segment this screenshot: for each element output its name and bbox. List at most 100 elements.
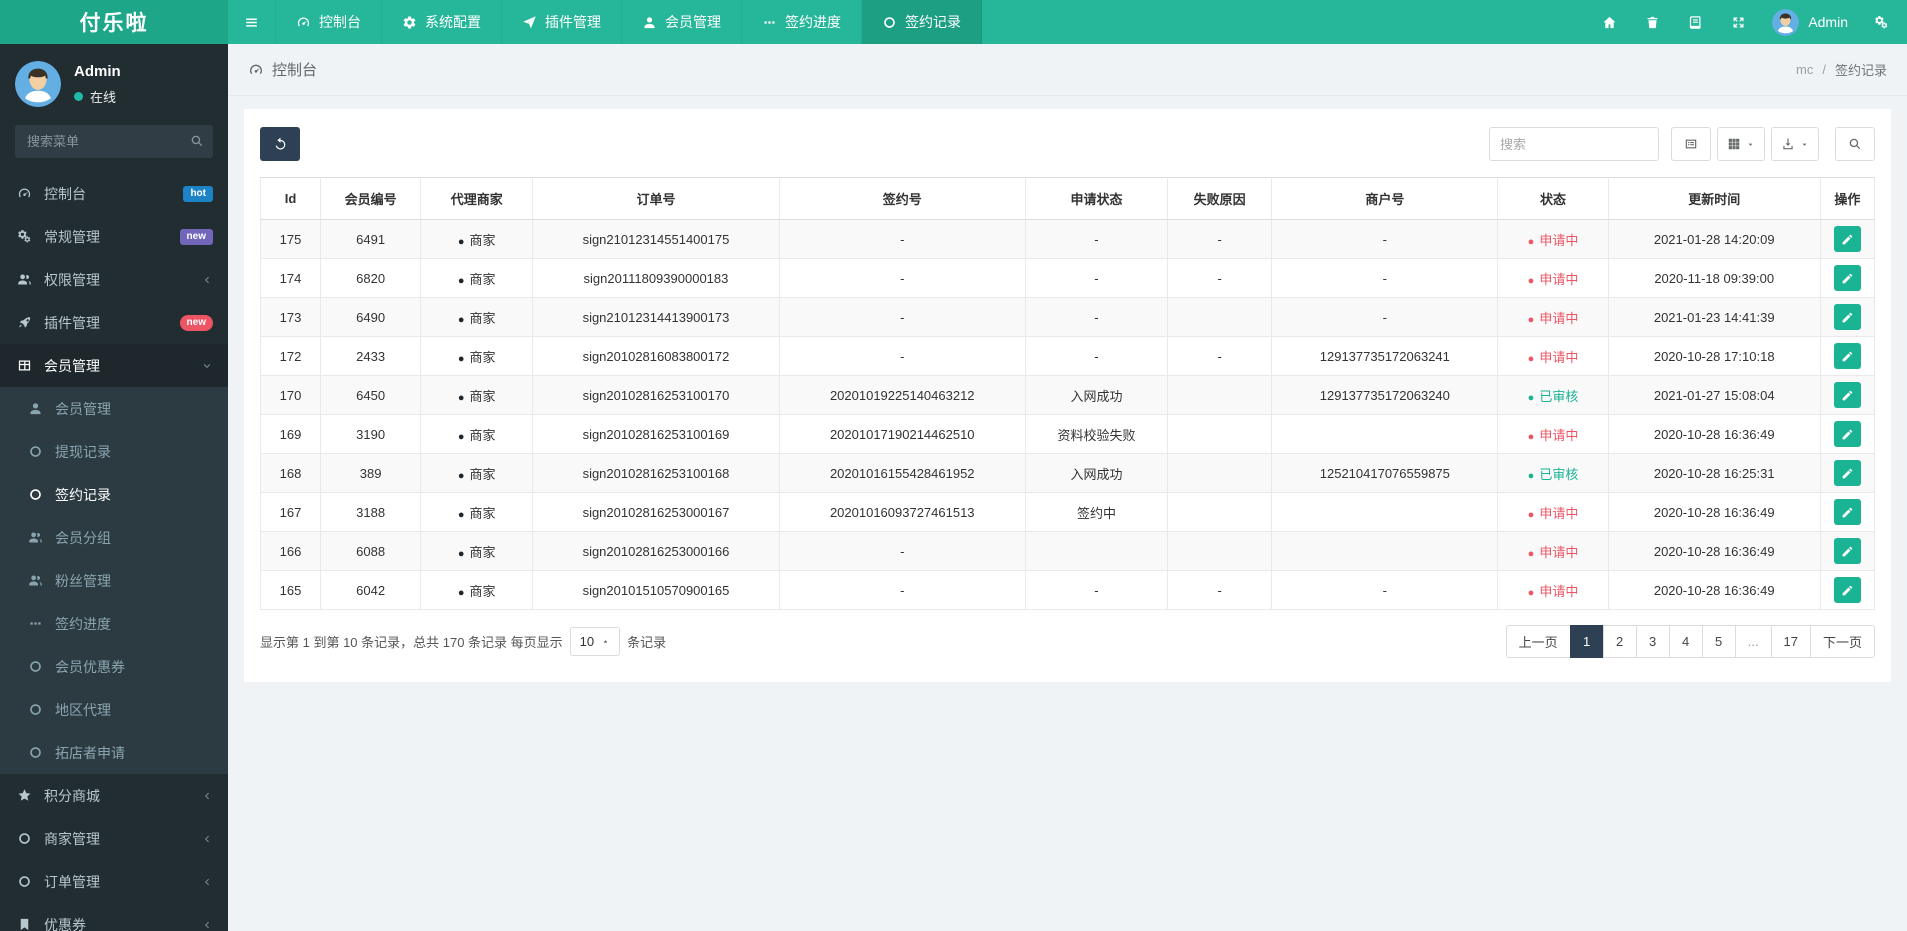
circle-icon (15, 874, 33, 889)
sidebar-item: 控制台 hot (0, 172, 228, 215)
sidebar-item-link[interactable]: 权限管理 (0, 258, 228, 301)
document-button[interactable] (1674, 0, 1717, 44)
sidebar-subitem-link[interactable]: 会员优惠券 (0, 645, 228, 688)
topnav-item[interactable]: 会员管理 (622, 0, 742, 44)
agent-cell: ● 商家 (420, 219, 534, 259)
sidebar-item-link[interactable]: 控制台 hot (0, 172, 228, 215)
table-cell: 2020-10-28 16:25:31 (1607, 453, 1821, 493)
pagination-summary: 显示第 1 到第 10 条记录，总共 170 条记录 每页显示 10 条记录 (260, 627, 666, 656)
export-button[interactable] (1771, 127, 1819, 161)
pagination-page[interactable]: 17 (1770, 625, 1811, 658)
breadcrumb: mc / 签约记录 (1796, 60, 1887, 79)
edit-button[interactable] (1833, 226, 1861, 252)
brand-logo[interactable]: 付乐啦 (0, 0, 228, 44)
user-menu[interactable]: Admin (1760, 0, 1860, 44)
home-button[interactable] (1588, 0, 1631, 44)
pagination-page[interactable]: 5 (1701, 625, 1736, 658)
fullscreen-button[interactable] (1717, 0, 1760, 44)
topnav-item-label: 签约记录 (905, 14, 961, 30)
column-header[interactable]: 代理商家 (420, 177, 534, 220)
sidebar-user-status[interactable]: 在线 (74, 87, 121, 106)
sidebar-item-link[interactable]: 插件管理 new (0, 301, 228, 344)
column-header[interactable]: 更新时间 (1607, 177, 1821, 220)
sidebar-subitem-link[interactable]: 签约记录 (0, 473, 228, 516)
edit-button[interactable] (1833, 304, 1861, 330)
edit-button[interactable] (1833, 382, 1861, 408)
sidebar-item-link[interactable]: 积分商城 (0, 774, 228, 817)
edit-button[interactable] (1833, 421, 1861, 447)
chevron-left-icon (201, 274, 213, 286)
action-cell (1819, 570, 1876, 610)
sidebar-toggle-button[interactable] (228, 0, 276, 44)
table-cell: - (1024, 297, 1169, 337)
edit-button[interactable] (1833, 577, 1861, 603)
table-cell: 20201019225140463212 (778, 375, 1026, 415)
topnav-item[interactable]: 系统配置 (382, 0, 502, 44)
topnav-item[interactable]: 控制台 (276, 0, 382, 44)
pagination-page[interactable]: 2 (1602, 625, 1637, 658)
page-size-dropdown[interactable]: 10 (569, 627, 621, 656)
table-card: Id会员编号代理商家订单号签约号申请状态失败原因商户号状态更新时间操作 1756… (244, 109, 1891, 682)
pagination-page[interactable]: 4 (1668, 625, 1703, 658)
topnav-menu: 控制台 系统配置 插件管理 会员管理 签约进度 签约记录 (228, 0, 982, 44)
sidebar-item-link[interactable]: 会员管理 (0, 344, 228, 387)
sidebar-subitem-link[interactable]: 粉丝管理 (0, 559, 228, 602)
pagination-ellipsis: ... (1734, 625, 1772, 658)
table-search-input[interactable] (1489, 127, 1659, 161)
table-cell: - (1024, 219, 1169, 259)
pagination-page[interactable]: 3 (1635, 625, 1670, 658)
table-cell: 20201016155428461952 (778, 453, 1026, 493)
sidebar-subitem-link[interactable]: 地区代理 (0, 688, 228, 731)
detail-view-button[interactable] (1671, 127, 1711, 161)
edit-button[interactable] (1833, 499, 1861, 525)
column-header[interactable]: 申请状态 (1024, 177, 1169, 220)
sidebar-item-link[interactable]: 订单管理 (0, 860, 228, 903)
sidebar-item-link[interactable]: 商家管理 (0, 817, 228, 860)
pagination-next[interactable]: 下一页 (1809, 625, 1875, 658)
table-row: 174 6820 ● 商家 sign20111809390000183- - - - ● 申请中 2… (259, 258, 1876, 298)
sidebar-subitem-link[interactable]: 会员分组 (0, 516, 228, 559)
column-header[interactable]: 操作 (1819, 177, 1876, 220)
dashboard-icon (248, 62, 264, 78)
sidebar-item-link[interactable]: 优惠券 (0, 903, 228, 931)
caret-down-icon (1746, 140, 1755, 149)
refresh-icon (273, 137, 288, 152)
column-header[interactable]: 商户号 (1271, 177, 1499, 220)
status-dot-icon: ● (1527, 235, 1535, 248)
topnav-item[interactable]: 签约记录 (862, 0, 982, 44)
sidebar-subitem-link[interactable]: 拓店者申请 (0, 731, 228, 774)
column-header[interactable]: 签约号 (778, 177, 1026, 220)
status-dot-icon: ● (1527, 313, 1535, 326)
table-cell: - (1271, 570, 1499, 610)
trash-button[interactable] (1631, 0, 1674, 44)
column-header[interactable]: Id (259, 177, 322, 220)
topnav-item[interactable]: 插件管理 (502, 0, 622, 44)
sidebar-item: 常规管理 new (0, 215, 228, 258)
column-header[interactable]: 状态 (1497, 177, 1609, 220)
sidebar-search-input[interactable] (15, 125, 213, 158)
settings-button[interactable] (1860, 0, 1903, 44)
sidebar-subitem-link[interactable]: 签约进度 (0, 602, 228, 645)
pagination-prev[interactable]: 上一页 (1505, 625, 1571, 658)
edit-button[interactable] (1833, 343, 1861, 369)
edit-button[interactable] (1833, 265, 1861, 291)
sidebar-subitem-link[interactable]: 提现记录 (0, 430, 228, 473)
circle-icon (26, 702, 44, 717)
columns-button[interactable] (1717, 127, 1765, 161)
search-button[interactable] (1835, 127, 1875, 161)
topnav-item[interactable]: 签约进度 (742, 0, 862, 44)
edit-button[interactable] (1833, 538, 1861, 564)
column-header[interactable]: 会员编号 (320, 177, 422, 220)
trash-icon (1645, 15, 1660, 30)
table-cell (1271, 531, 1499, 571)
topnav-items: 控制台 系统配置 插件管理 会员管理 签约进度 签约记录 (276, 0, 982, 44)
status-dot-icon: ● (1527, 430, 1535, 443)
breadcrumb-root[interactable]: mc (1796, 62, 1813, 77)
column-header[interactable]: 失败原因 (1167, 177, 1273, 220)
sidebar-subitem-link[interactable]: 会员管理 (0, 387, 228, 430)
sidebar-item-link[interactable]: 常规管理 new (0, 215, 228, 258)
edit-button[interactable] (1833, 460, 1861, 486)
refresh-button[interactable] (260, 127, 300, 161)
column-header[interactable]: 订单号 (532, 177, 780, 220)
pagination-page[interactable]: 1 (1569, 625, 1604, 658)
